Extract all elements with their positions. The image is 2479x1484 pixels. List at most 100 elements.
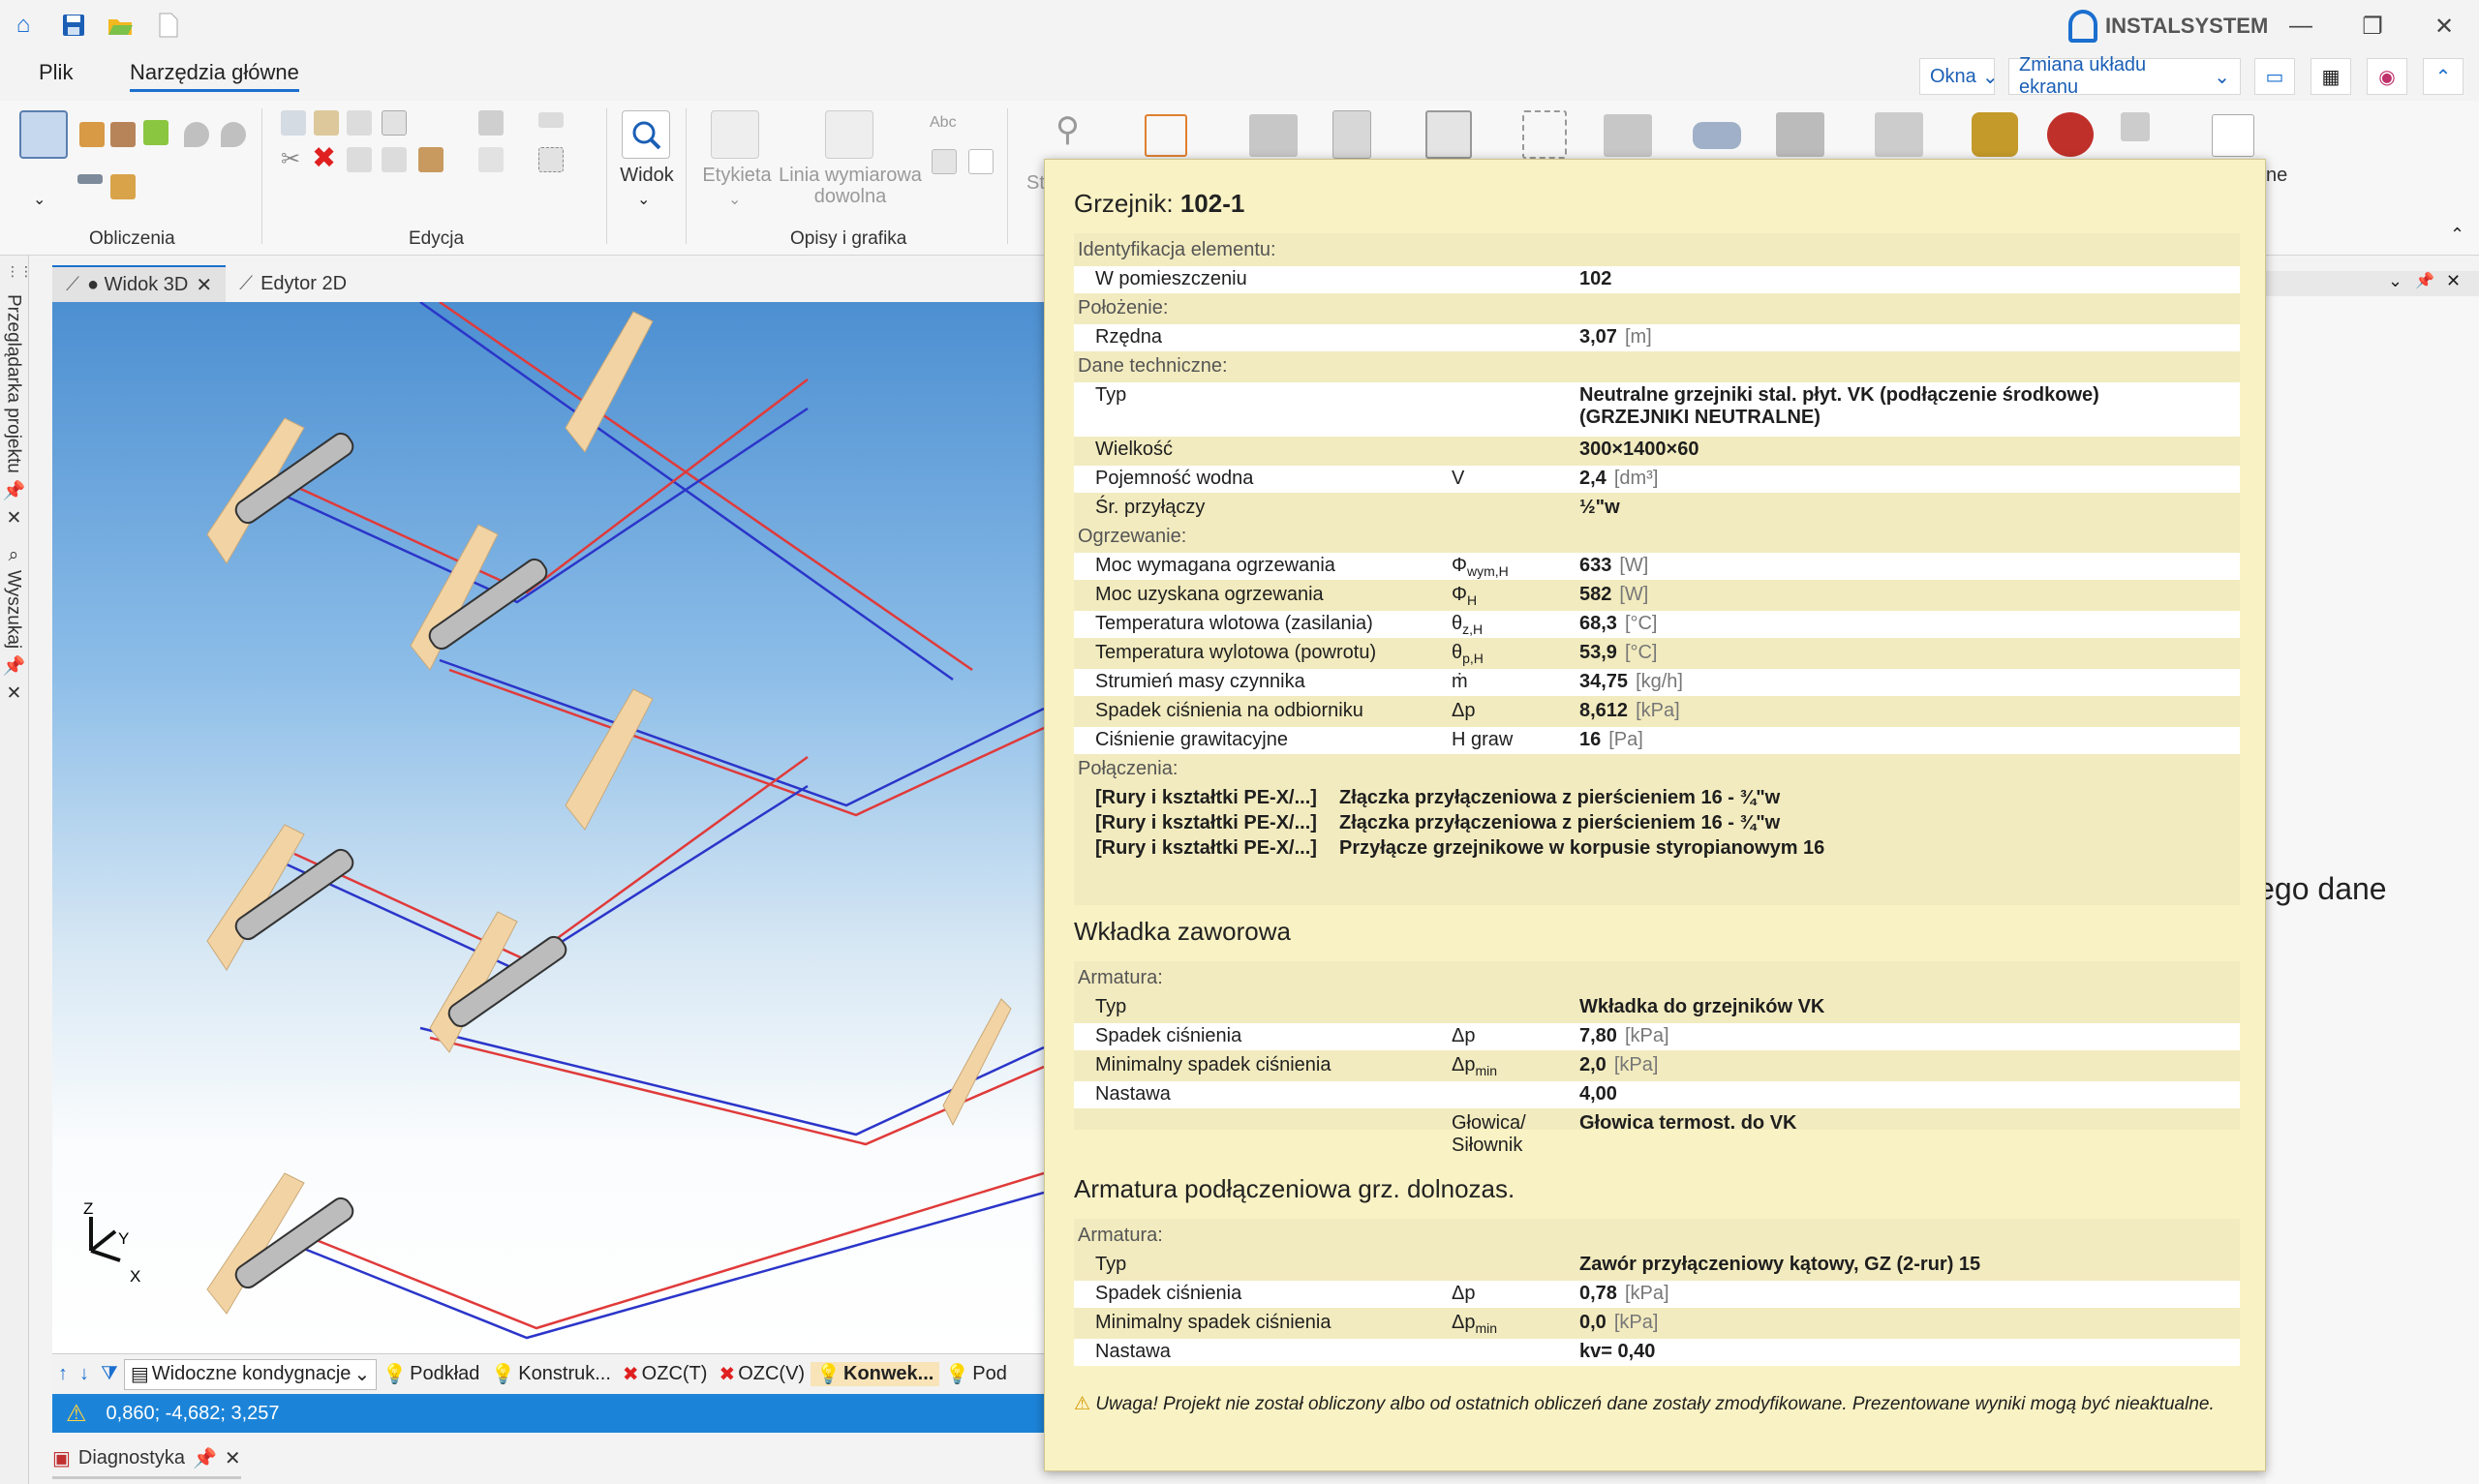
restore-button[interactable]: ❐ — [2343, 6, 2402, 46]
manifold-icon[interactable] — [1425, 110, 1472, 159]
level-up-icon[interactable]: ↑ — [52, 1363, 74, 1385]
drop-settings-icon[interactable]: ◉ — [2367, 58, 2407, 95]
3d-viewport[interactable]: Z Y X — [52, 302, 1044, 1353]
close-window-button[interactable]: ✕ — [2415, 6, 2473, 46]
diagnostics-label: Diagnostyka — [77, 1447, 185, 1469]
delete-icon[interactable]: ✖ — [312, 141, 336, 175]
heat-map-icon[interactable] — [143, 120, 168, 145]
layout-change-dropdown[interactable]: Zmiana układu ekranu ⌄ — [2008, 54, 2241, 98]
3d-view-icon: ⟋ — [66, 273, 79, 295]
play-block-icon[interactable] — [1776, 112, 1824, 157]
new-document-icon[interactable] — [153, 10, 184, 41]
view-icon[interactable] — [622, 110, 670, 159]
symbol-main: Φ — [1452, 555, 1467, 576]
pin-icon[interactable]: 📌 — [2, 654, 24, 677]
property-symbol: θz,H — [1452, 613, 1483, 637]
location-pin-icon[interactable]: ⚲ — [1056, 110, 1080, 149]
layer-toggle[interactable]: ✖ OZC(V) — [713, 1362, 811, 1386]
menu-file[interactable]: Plik — [39, 60, 73, 85]
cut-icon[interactable]: ✂ — [281, 145, 300, 173]
layer-toggle[interactable]: 💡 Pod — [939, 1362, 1013, 1386]
pin-icon[interactable]: 📌 — [2415, 271, 2434, 290]
windows-dropdown[interactable]: Okna ⌄ — [1919, 58, 1999, 95]
open-folder-icon[interactable] — [105, 10, 136, 41]
valve-icon[interactable] — [1972, 112, 2018, 157]
grid-edit-icon[interactable] — [382, 147, 407, 172]
align-icon[interactable] — [538, 112, 564, 128]
layer-toggle[interactable]: 💡 Konstruk... — [485, 1362, 617, 1386]
home-icon[interactable]: ⌂ — [8, 10, 39, 41]
collapse-ribbon-icon[interactable]: ⌃ — [2423, 58, 2464, 95]
paste-icon[interactable] — [314, 110, 339, 136]
tab-3d-view[interactable]: ⟋ ● Widok 3D ✕ — [52, 265, 227, 302]
category-row: Armatura: — [1074, 965, 2240, 992]
chevron-down-icon[interactable]: ⌄ — [637, 190, 650, 209]
select-area-icon[interactable] — [538, 147, 564, 172]
value-unit: [W] — [1619, 584, 1649, 605]
close-icon[interactable]: ✕ — [2446, 271, 2461, 291]
text-style-button[interactable]: Abc — [930, 112, 957, 134]
layers-icon[interactable] — [478, 110, 504, 136]
layer-toggle-active[interactable]: 💡 Konwek... — [811, 1362, 940, 1386]
frame-icon[interactable] — [382, 110, 407, 136]
collapse-up-icon[interactable]: ⌃ — [2450, 225, 2464, 245]
chevron-down-icon[interactable]: ⌄ — [33, 190, 46, 209]
rotate-icon[interactable] — [478, 147, 504, 172]
save-icon[interactable] — [58, 10, 89, 41]
screen-layout-icon[interactable]: ▭ — [2254, 58, 2295, 95]
minimize-button[interactable]: — — [2272, 6, 2330, 46]
layer-toggle[interactable]: 💡 Podkład — [377, 1362, 485, 1386]
axis-y-label: Y — [118, 1229, 129, 1248]
pin-icon[interactable]: 📌 — [2, 479, 24, 501]
floor-heating-icon[interactable] — [1522, 110, 1567, 159]
boiler-icon[interactable] — [1693, 122, 1741, 149]
diagnostics-tab[interactable]: ▣ Diagnostyka 📌 ✕ — [52, 1440, 241, 1479]
chevron-down-icon[interactable]: ⌄ — [728, 190, 741, 209]
close-icon[interactable]: ✕ — [3, 682, 24, 704]
pipe-icon[interactable] — [77, 174, 103, 184]
book-icon[interactable] — [2212, 114, 2254, 157]
move-icon[interactable] — [418, 147, 444, 172]
dimension-line-button[interactable]: Linia wymiarowa dowolna — [775, 165, 926, 207]
symbol-main: θ — [1452, 642, 1463, 663]
table-icon[interactable] — [932, 149, 957, 174]
chevron-down-icon[interactable]: ⌄ — [2388, 271, 2402, 291]
label-tool-icon[interactable] — [711, 110, 759, 159]
close-tab-icon[interactable]: ✕ — [196, 273, 212, 297]
close-icon[interactable]: ✕ — [3, 507, 24, 529]
tab-2d-editor[interactable]: ⟋ Edytor 2D — [226, 265, 360, 302]
drop-gray-icon[interactable] — [221, 122, 246, 147]
value-unit: [kPa] — [1636, 700, 1680, 721]
filter-icon[interactable]: ⧩ — [95, 1363, 124, 1385]
view-button-label[interactable]: Widok — [618, 165, 676, 186]
dimension-line-icon[interactable] — [825, 110, 873, 159]
menu-main-tools[interactable]: Narzędzia główne — [130, 60, 299, 92]
convector-icon[interactable] — [1875, 112, 1923, 157]
cabinet-icon[interactable] — [1332, 110, 1371, 159]
pump-icon[interactable] — [2047, 112, 2094, 157]
building-icon[interactable] — [79, 122, 105, 147]
page-icon[interactable] — [968, 149, 994, 174]
calculation-table-icon[interactable] — [19, 110, 68, 159]
calculator-icon[interactable]: ▦ — [2311, 58, 2351, 95]
redo-icon[interactable] — [347, 147, 372, 172]
visible-floors-dropdown[interactable]: ▤ Widoczne kondygnacje ⌄ — [123, 1358, 378, 1390]
label-button[interactable]: Etykieta — [693, 165, 780, 186]
project-browser-tab[interactable]: Przeglądarka projektu 📌 ✕ — [2, 294, 24, 529]
radiator-tool-icon[interactable] — [1249, 114, 1298, 157]
search-tab[interactable]: ⌕ Wyszukaj 📌 ✕ — [2, 546, 24, 704]
drop-icon[interactable] — [184, 122, 209, 147]
layer-label: Konwek... — [843, 1363, 934, 1384]
pin-icon[interactable]: 📌 — [193, 1446, 217, 1470]
tools-icon[interactable] — [110, 174, 136, 199]
small-grid-icon[interactable] — [2121, 112, 2150, 141]
pipe-network-icon[interactable] — [1145, 114, 1187, 157]
copy-icon[interactable] — [281, 110, 306, 136]
house-icon[interactable] — [110, 122, 136, 147]
value-text: 7,80 — [1579, 1025, 1617, 1046]
distributor-icon[interactable] — [1604, 114, 1652, 157]
undo-icon[interactable] — [347, 110, 372, 136]
layer-toggle[interactable]: ✖ OZC(T) — [617, 1362, 714, 1386]
level-down-icon[interactable]: ↓ — [74, 1363, 95, 1385]
close-icon[interactable]: ✕ — [225, 1446, 241, 1470]
